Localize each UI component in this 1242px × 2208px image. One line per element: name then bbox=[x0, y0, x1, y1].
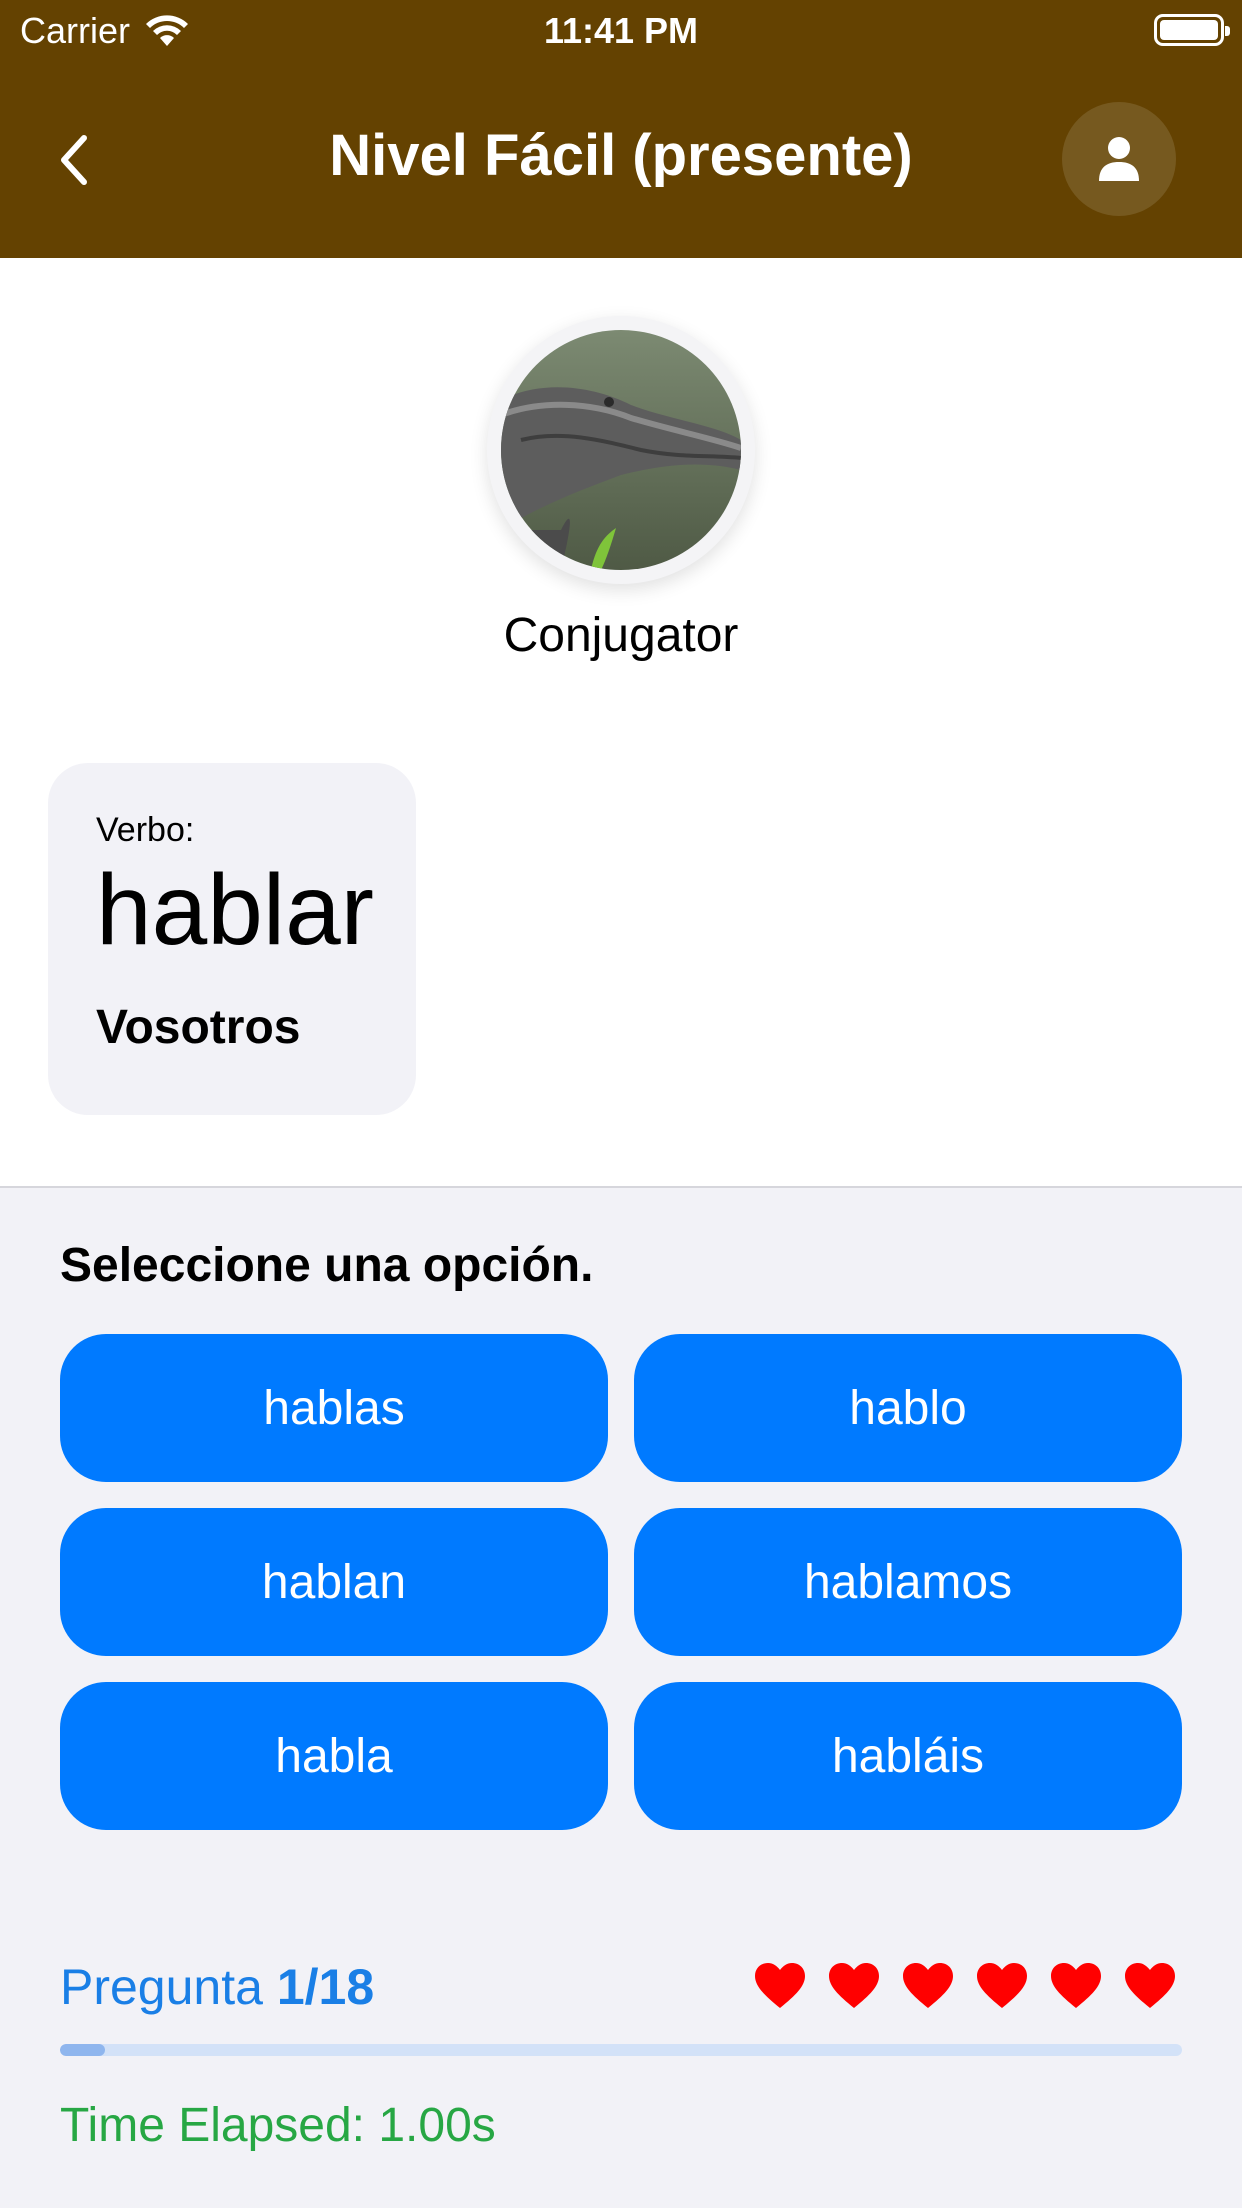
page-title: Nivel Fácil (presente) bbox=[329, 123, 913, 188]
progress-bar bbox=[60, 2044, 1182, 2056]
question-counter: Pregunta 1/18 bbox=[60, 1958, 374, 2016]
avatar bbox=[487, 316, 755, 584]
navigation-bar: Nivel Fácil (presente) bbox=[0, 62, 1242, 258]
heart-icon bbox=[755, 1963, 805, 2008]
option-button[interactable]: habla bbox=[60, 1682, 608, 1830]
option-button[interactable]: hablan bbox=[60, 1508, 608, 1656]
progress-fill bbox=[60, 2044, 105, 2056]
quiz-section: Seleccione una opción. hablas hablo habl… bbox=[0, 1188, 1242, 2208]
verb-label: Verbo: bbox=[96, 811, 195, 849]
question-number: 1/18 bbox=[276, 1959, 375, 2015]
answer-options: hablas hablo hablan hablamos habla hablá… bbox=[60, 1334, 1182, 1830]
heart-icon bbox=[977, 1963, 1027, 2008]
status-bar: Carrier 11:41 PM bbox=[0, 0, 1242, 62]
option-button[interactable]: habláis bbox=[634, 1682, 1182, 1830]
person-icon bbox=[1099, 137, 1139, 181]
quiz-prompt: Seleccione una opción. bbox=[60, 1239, 594, 1292]
verb-section: Conjugator Verbo: hablar Vosotros bbox=[0, 258, 1242, 1188]
option-button[interactable]: hablo bbox=[634, 1334, 1182, 1482]
heart-icon bbox=[1051, 1963, 1101, 2008]
verb-word: hablar bbox=[96, 854, 374, 966]
verb-card: Verbo: hablar Vosotros bbox=[48, 763, 416, 1115]
alligator-image bbox=[501, 330, 741, 570]
app-name: Conjugator bbox=[503, 609, 739, 662]
option-button[interactable]: hablamos bbox=[634, 1508, 1182, 1656]
lives-indicator bbox=[754, 1962, 1176, 2010]
heart-icon bbox=[903, 1963, 953, 2008]
time-elapsed: Time Elapsed: 1.00s bbox=[60, 2099, 496, 2152]
heart-icon bbox=[829, 1963, 879, 2008]
battery-icon bbox=[1154, 14, 1230, 46]
profile-button[interactable] bbox=[1062, 102, 1176, 216]
status-time: 11:41 PM bbox=[543, 10, 699, 51]
question-label: Pregunta bbox=[60, 1959, 277, 2015]
verb-person: Vosotros bbox=[96, 1001, 301, 1054]
heart-icon bbox=[1125, 1963, 1175, 2008]
option-button[interactable]: hablas bbox=[60, 1334, 608, 1482]
